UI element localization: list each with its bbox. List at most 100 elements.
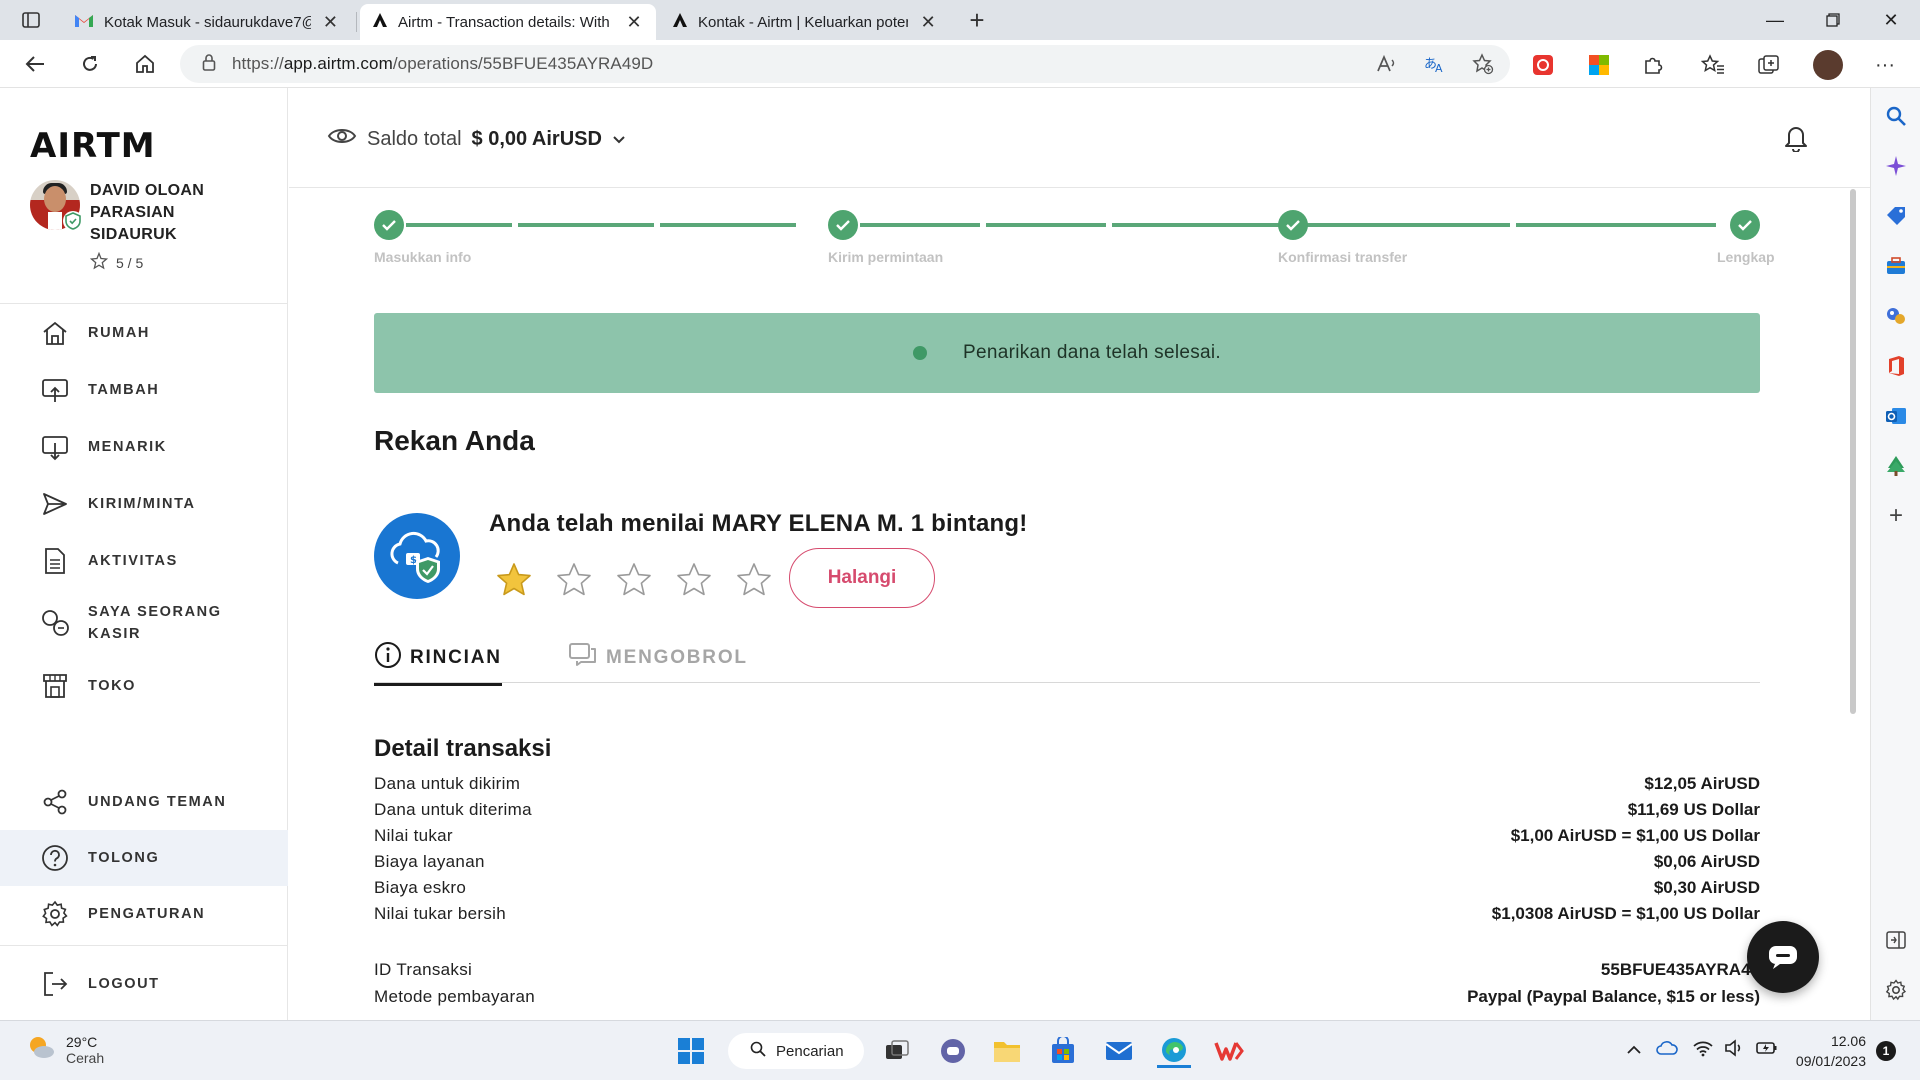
airtm-logo[interactable]: AIRTM <box>30 126 156 166</box>
task-view-icon[interactable] <box>880 1034 914 1068</box>
support-chat-button[interactable] <box>1747 921 1819 993</box>
hide-sidebar-icon[interactable] <box>1884 928 1908 952</box>
tree-icon[interactable] <box>1884 454 1908 478</box>
detail-label: ID Transaksi <box>374 960 473 979</box>
url-field[interactable]: https://app.airtm.com/operations/55BFUE4… <box>180 45 1510 83</box>
sidebar-item-tolong[interactable]: TOLONG <box>0 830 288 886</box>
partner-rating-text: Anda telah menilai MARY ELENA M. 1 binta… <box>489 510 1028 537</box>
weather-widget[interactable]: 29°C Cerah <box>26 1033 104 1066</box>
step-connector <box>518 223 654 227</box>
edge-browser-icon[interactable] <box>1157 1034 1191 1068</box>
detail-value: $0,30 AirUSD <box>1653 878 1760 897</box>
microsoft-store-icon[interactable] <box>1046 1034 1080 1068</box>
main-scrollbar[interactable] <box>1850 189 1856 714</box>
extension-red-icon[interactable] <box>1530 52 1556 78</box>
browser-tab-airtm-contact[interactable]: Kontak - Airtm | Keluarkan poten ✕ <box>660 4 950 40</box>
block-button[interactable]: Halangi <box>789 548 935 608</box>
minimize-button[interactable]: — <box>1750 0 1800 40</box>
teams-chat-icon[interactable] <box>936 1034 970 1068</box>
read-aloud-icon[interactable] <box>1376 54 1398 79</box>
sidebar-item-label: PENGATURAN <box>88 906 206 922</box>
share-icon <box>40 787 70 817</box>
onedrive-cloud-icon[interactable] <box>1656 1040 1678 1061</box>
sidebar-item-rumah[interactable]: RUMAH <box>0 305 288 361</box>
rating-star-icon[interactable] <box>615 561 653 599</box>
detail-label: Dana untuk dikirim <box>374 774 521 793</box>
refresh-button[interactable] <box>73 49 107 79</box>
detail-label: Biaya eskro <box>374 878 467 897</box>
browser-tab-airtm-transaction[interactable]: Airtm - Transaction details: With ✕ <box>360 4 656 40</box>
sparkle-icon[interactable] <box>1884 154 1908 178</box>
games-icon[interactable] <box>1884 304 1908 328</box>
tools-briefcase-icon[interactable] <box>1884 254 1908 278</box>
cashier-icon <box>40 608 70 638</box>
profile-avatar-icon[interactable] <box>1813 50 1843 80</box>
close-icon[interactable]: ✕ <box>321 12 340 33</box>
settings-icon[interactable] <box>1884 978 1908 1002</box>
detail-row: Biaya layanan $0,06 AirUSD <box>374 849 1760 875</box>
sidebar-item-label: MENARIK <box>88 439 167 455</box>
taskbar-clock[interactable]: 12.06 09/01/2023 <box>1786 1031 1866 1071</box>
extension-colorful-icon[interactable] <box>1586 52 1612 78</box>
balance-toggle[interactable]: Saldo total $ 0,00 AirUSD <box>327 126 626 152</box>
add-sidebar-app-icon[interactable]: + <box>1884 502 1908 529</box>
search-icon[interactable] <box>1884 104 1908 128</box>
tab-mengobrol[interactable]: MENGOBROL <box>568 633 748 683</box>
browser-tab-gmail[interactable]: Kotak Masuk - sidaurukdave7@g ✕ <box>62 4 352 40</box>
user-name: DAVID OLOAN PARASIAN SIDAURUK <box>90 182 205 243</box>
collections-icon[interactable] <box>1756 52 1782 78</box>
step-complete-icon <box>828 210 858 240</box>
rating-star-icon[interactable] <box>495 561 533 599</box>
sidebar-item-kasir[interactable]: SAYA SEORANG KASIR <box>0 590 288 656</box>
mail-icon[interactable] <box>1102 1034 1136 1068</box>
tab-actions-icon[interactable] <box>12 8 50 32</box>
eye-icon[interactable] <box>327 126 357 152</box>
tab-rincian[interactable]: RINCIAN <box>374 633 502 686</box>
wifi-icon[interactable] <box>1692 1039 1714 1062</box>
sidebar-item-aktivitas[interactable]: AKTIVITAS <box>0 533 288 589</box>
volume-icon[interactable] <box>1724 1039 1746 1062</box>
rating-star-icon[interactable] <box>555 561 593 599</box>
restore-button[interactable] <box>1808 0 1858 40</box>
avatar-shirt <box>48 212 62 230</box>
extensions-puzzle-icon[interactable] <box>1640 52 1666 78</box>
detail-row: Dana untuk diterima $11,69 US Dollar <box>374 797 1760 823</box>
logout-button[interactable]: LOGOUT <box>0 956 288 1012</box>
shopping-tag-icon[interactable] <box>1884 204 1908 228</box>
new-tab-button[interactable]: + <box>960 6 994 36</box>
outlook-icon[interactable] <box>1884 404 1908 428</box>
notification-badge[interactable]: 1 <box>1876 1041 1896 1061</box>
translate-icon[interactable]: あA <box>1424 54 1446 79</box>
sidebar-item-pengaturan[interactable]: PENGATURAN <box>0 886 288 942</box>
battery-charging-icon[interactable] <box>1756 1039 1778 1062</box>
sidebar-item-tambah[interactable]: TAMBAH <box>0 362 288 418</box>
sidebar-item-label: AKTIVITAS <box>88 553 178 569</box>
close-icon[interactable]: ✕ <box>624 12 644 33</box>
window-close-button[interactable]: ✕ <box>1866 0 1916 40</box>
sidebar-item-kirim-minta[interactable]: KIRIM/MINTA <box>0 476 288 532</box>
chevron-down-icon[interactable] <box>612 128 626 151</box>
taskbar-search[interactable]: Pencarian <box>728 1033 864 1069</box>
notification-bell-icon[interactable] <box>1782 122 1810 157</box>
more-options-icon[interactable]: ··· <box>1872 52 1898 78</box>
chevron-up-icon[interactable] <box>1626 1042 1642 1060</box>
detail-label: Nilai tukar <box>374 826 453 845</box>
sidebar-item-undang-teman[interactable]: UNDANG TEMAN <box>0 774 288 830</box>
sidebar-item-toko[interactable]: TOKO <box>0 658 288 714</box>
office-icon[interactable] <box>1884 354 1908 378</box>
rating-star-icon[interactable] <box>675 561 713 599</box>
home-button[interactable] <box>128 49 162 79</box>
step-connector <box>660 223 796 227</box>
file-explorer-icon[interactable] <box>990 1034 1024 1068</box>
windows-start-icon[interactable] <box>674 1034 708 1068</box>
step-label: Konfirmasi transfer <box>1278 249 1408 265</box>
back-button[interactable] <box>18 49 52 79</box>
rating-star-icon[interactable] <box>735 561 773 599</box>
add-favorite-icon[interactable] <box>1472 53 1494 80</box>
detail-value[interactable]: 55BFUE435AYRA49 <box>1601 960 1760 980</box>
wps-office-icon[interactable] <box>1212 1034 1246 1068</box>
close-icon[interactable]: ✕ <box>918 12 938 33</box>
favorites-icon[interactable] <box>1700 52 1726 78</box>
sidebar-item-menarik[interactable]: MENARIK <box>0 419 288 475</box>
detail-value: $11,69 US Dollar <box>1627 800 1760 819</box>
